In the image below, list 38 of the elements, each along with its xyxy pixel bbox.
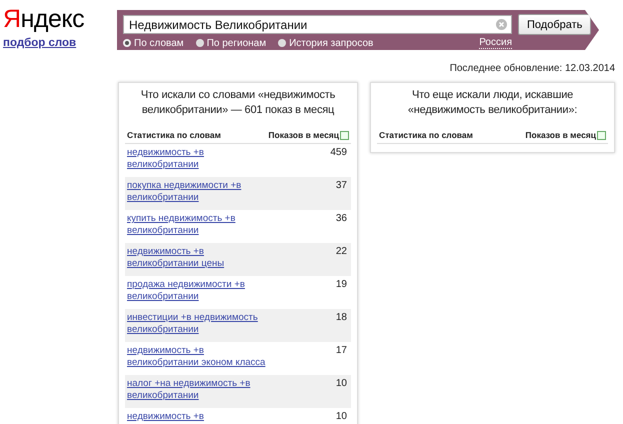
count-cell-text: 22 bbox=[336, 246, 347, 259]
region-link[interactable]: Россия bbox=[479, 37, 512, 49]
query-link[interactable]: покупка недвижимости +в великобритании bbox=[127, 180, 267, 204]
count-cell: 10 bbox=[336, 411, 347, 423]
query-link[interactable]: купить недвижимость +в великобритании bbox=[127, 213, 267, 237]
count-cell-text: 10 bbox=[336, 378, 347, 391]
panel-title: Что искали со словами «недвижимость великобритании» — 601 показ в месяц bbox=[140, 88, 336, 118]
radio-button[interactable] bbox=[123, 39, 131, 47]
logo: Яндекс bbox=[3, 6, 86, 32]
last-update: Последнее обновление: 12.03.2014 bbox=[448, 63, 616, 74]
query-link[interactable]: недвижимость +в великобритании цены bbox=[127, 246, 267, 270]
query-link[interactable]: недвижимость +в bbox=[127, 411, 267, 423]
column-header: Статистика по словам bbox=[127, 130, 221, 140]
count-cell-text: 36 bbox=[336, 213, 347, 226]
column-header: Показов в месяц bbox=[525, 130, 596, 140]
query-link[interactable]: налог +на недвижимость +в великобритании bbox=[127, 378, 267, 402]
mode-label[interactable]: По регионам bbox=[206, 38, 266, 48]
mode-label[interactable]: По словам bbox=[134, 38, 184, 48]
help-icon[interactable] bbox=[340, 130, 349, 140]
query-link[interactable]: недвижимость +в великобритании эконом класса bbox=[127, 345, 267, 369]
column-header: Показов в месяц bbox=[268, 130, 339, 140]
count-cell-text: 19 bbox=[336, 279, 347, 292]
pick-button[interactable]: Подобрать bbox=[518, 14, 592, 35]
radio-button[interactable] bbox=[278, 39, 286, 47]
count-cell-text: 18 bbox=[336, 312, 347, 325]
service-link[interactable]: подбор слов bbox=[3, 37, 76, 49]
query-link[interactable]: продажа недвижимости +в великобритании bbox=[127, 279, 267, 303]
search-field[interactable]: Недвижимость Великобритании bbox=[123, 15, 512, 34]
count-cell-text: 459 bbox=[330, 147, 347, 160]
query-link[interactable]: недвижимость +в великобритании bbox=[127, 147, 267, 171]
panel-title: Что еще искали люди, искавшие «недвижимость великобритании»: bbox=[406, 88, 578, 118]
column-header: Статистика по словам bbox=[379, 130, 473, 140]
mode-label[interactable]: История запросов bbox=[289, 38, 374, 48]
help-icon[interactable] bbox=[597, 130, 606, 140]
query-link[interactable]: инвестиции +в недвижимость великобритании bbox=[127, 312, 267, 336]
radio-button[interactable] bbox=[196, 39, 204, 47]
count-cell-text: 37 bbox=[336, 180, 347, 193]
count-cell-text: 17 bbox=[336, 345, 347, 358]
